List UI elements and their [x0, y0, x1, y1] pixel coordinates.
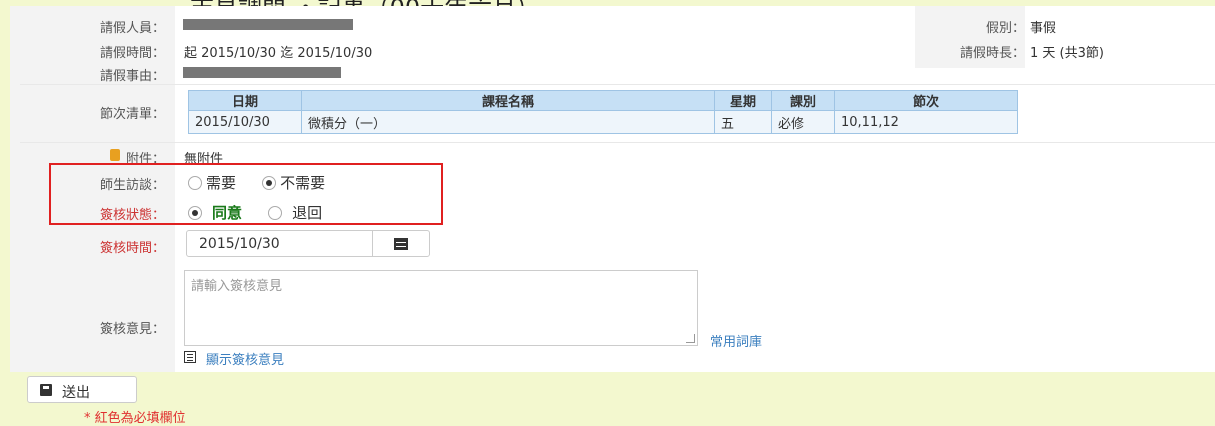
highlight-box [49, 163, 443, 225]
common-phrases-link[interactable]: 常用詞庫 [710, 331, 762, 350]
divider [20, 142, 1215, 143]
reason-redacted [183, 67, 341, 78]
schedule-label: 節次清單： [99, 107, 165, 122]
time-label: 請假時間： [99, 46, 165, 61]
calendar-button[interactable] [372, 231, 429, 256]
leave-approval-form: 請假人員： 假別： 事假 請假時間： 起 2015/10/30 迄 2015/1… [10, 6, 1215, 372]
cell-weekday: 五 [714, 110, 772, 134]
col-periods: 節次 [834, 90, 1018, 111]
opinion-placeholder: 請輸入簽核意見 [191, 279, 283, 294]
col-course: 課程名稱 [301, 90, 715, 111]
opinion-label: 簽核意見： [99, 322, 165, 337]
cell-course: 微積分（一） [301, 110, 715, 134]
reason-label: 請假事由： [99, 69, 165, 84]
col-type: 課別 [771, 90, 835, 111]
leave-duration-value: 1 天 (共3節) [1030, 46, 1104, 61]
leave-type-value: 事假 [1030, 21, 1057, 36]
sign-date-value[interactable]: 2015/10/30 [199, 236, 280, 252]
sign-date-field[interactable]: 2015/10/30 [186, 230, 430, 257]
sign-time-label: 簽核時間： [99, 241, 165, 256]
cell-periods: 10,11,12 [834, 110, 1018, 134]
show-opinion-link[interactable]: 顯示簽核意見 [206, 349, 284, 368]
col-weekday: 星期 [714, 90, 772, 111]
leave-duration-label: 請假時長： [959, 46, 1025, 61]
leave-type-label: 假別： [985, 21, 1025, 36]
resize-handle-icon[interactable] [686, 334, 695, 343]
table-row: 2015/10/30 微積分（一） 五 必修 10,11,12 [188, 110, 1018, 134]
calendar-icon [394, 237, 408, 250]
submit-button[interactable]: 送出 [27, 376, 137, 403]
list-icon[interactable] [184, 351, 196, 363]
time-value: 起 2015/10/30 迄 2015/10/30 [184, 46, 373, 61]
required-note: * 紅色為必填欄位 [84, 411, 186, 426]
applicant-redacted [183, 19, 353, 30]
cell-type: 必修 [771, 110, 835, 134]
save-icon [40, 384, 52, 396]
schedule-table: 日期 課程名稱 星期 課別 節次 2015/10/30 微積分（一） 五 必修 … [188, 90, 1018, 134]
applicant-label: 請假人員： [99, 21, 165, 36]
submit-label: 送出 [62, 385, 90, 401]
col-date: 日期 [188, 90, 302, 111]
cell-date: 2015/10/30 [188, 110, 302, 134]
opinion-textarea[interactable]: 請輸入簽核意見 [184, 270, 698, 346]
schedule-header-row: 日期 課程名稱 星期 課別 節次 [188, 90, 1018, 111]
divider [20, 84, 1215, 85]
